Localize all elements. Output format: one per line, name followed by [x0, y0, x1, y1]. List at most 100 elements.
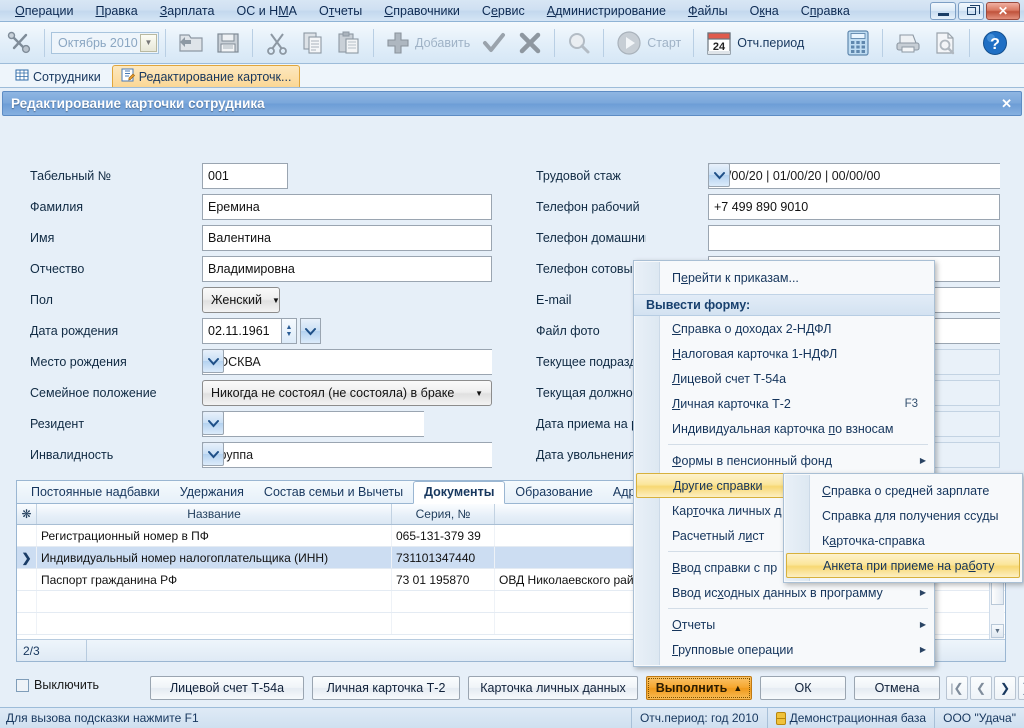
- combo-dropdown-icon[interactable]: [202, 349, 224, 373]
- settings-tool-button[interactable]: [0, 26, 38, 60]
- menu-9[interactable]: Окна: [739, 2, 790, 21]
- text-input[interactable]: 001: [202, 163, 288, 189]
- chevron-down-icon[interactable]: ▼: [140, 34, 157, 52]
- previous-record-button[interactable]: ❮: [970, 676, 992, 700]
- menu-1[interactable]: Правка: [84, 2, 148, 21]
- combo-value[interactable]: I группа: [202, 442, 492, 468]
- confirm-button[interactable]: [476, 26, 512, 60]
- text-input[interactable]: Валентина: [202, 225, 492, 251]
- combo-dropdown-icon[interactable]: [202, 442, 224, 466]
- combo-box[interactable]: 01/00/20 | 01/00/20 | 00/00/00: [708, 163, 1000, 189]
- menu-item-2[interactable]: Лицевой счет Т-54а: [634, 366, 934, 391]
- menu-2[interactable]: Зарплата: [149, 2, 226, 21]
- execute-button[interactable]: Выполнить ▲: [646, 676, 752, 700]
- combo-box[interactable]: МОСКВА: [202, 349, 492, 375]
- menu-item-1[interactable]: Налоговая карточка 1-НДФЛ: [634, 341, 934, 366]
- menu-item-goto-orders[interactable]: Перейти к приказам...: [634, 265, 934, 290]
- dropdown-button[interactable]: Никогда не состоял (не состояла) в браке…: [202, 380, 492, 406]
- paste-button[interactable]: [331, 26, 367, 60]
- grid-column-header-2[interactable]: Серия, №: [392, 504, 495, 524]
- field-control: Женский▼: [202, 287, 280, 313]
- cancel-button[interactable]: Отмена: [854, 676, 940, 700]
- submenu-item-2[interactable]: Карточка-справка: [784, 528, 1022, 553]
- combo-value[interactable]: 01/00/20 | 01/00/20 | 00/00/00: [708, 163, 1000, 189]
- details-tab-1[interactable]: Удержания: [170, 482, 254, 503]
- details-tab-3[interactable]: Документы: [413, 481, 505, 504]
- calendar-dropdown-button[interactable]: [300, 318, 321, 344]
- submenu-item-1[interactable]: Справка для получения ссуды: [784, 503, 1022, 528]
- print-button[interactable]: [889, 26, 927, 60]
- submenu-item-3[interactable]: Анкета при приеме на работу: [786, 553, 1020, 578]
- text-input[interactable]: Владимировна: [202, 256, 492, 282]
- mdi-tab-0[interactable]: Сотрудники: [6, 65, 110, 87]
- payroll-account-t54a-button[interactable]: Лицевой счет Т-54а: [150, 676, 304, 700]
- save-button[interactable]: [210, 26, 246, 60]
- combo-box[interactable]: I группа: [202, 442, 492, 468]
- dropdown-button[interactable]: Женский▼: [202, 287, 280, 313]
- period-selector[interactable]: Октябрь 2010 ▼: [51, 32, 159, 54]
- text-input[interactable]: Еремина: [202, 194, 492, 220]
- copy-button[interactable]: [295, 26, 331, 60]
- play-icon: [616, 30, 642, 56]
- menu-0[interactable]: Операции: [4, 2, 84, 21]
- menu-item-14[interactable]: Отчеты▶: [634, 612, 934, 637]
- text-input[interactable]: +7 499 890 9010: [708, 194, 1000, 220]
- menu-item-3[interactable]: Личная карточка Т-2F3: [634, 391, 934, 416]
- print-preview-button[interactable]: [927, 26, 963, 60]
- search-button[interactable]: [561, 26, 597, 60]
- next-record-button[interactable]: ❯: [994, 676, 1016, 700]
- menu-6[interactable]: Сервис: [471, 2, 536, 21]
- mdi-tab-1[interactable]: Редактирование карточк...: [112, 65, 301, 87]
- spin-up-icon[interactable]: ▲: [286, 324, 293, 331]
- title-bar: ОперацииПравкаЗарплатаОС и НМАОтчетыСпра…: [0, 0, 1024, 22]
- menu-10[interactable]: Справка: [790, 2, 861, 21]
- spin-down-icon[interactable]: ▼: [286, 331, 293, 338]
- last-record-button[interactable]: ❯|: [1018, 676, 1024, 700]
- menu-5[interactable]: Справочники: [373, 2, 471, 21]
- restore-button[interactable]: [958, 2, 984, 20]
- calculator-button[interactable]: [840, 26, 876, 60]
- combo-dropdown-icon[interactable]: [202, 411, 224, 435]
- disable-checkbox[interactable]: [16, 679, 29, 692]
- date-input[interactable]: 02.11.1961: [202, 318, 282, 344]
- combo-box[interactable]: Да: [202, 411, 424, 437]
- grid-column-header-1[interactable]: Название: [37, 504, 392, 524]
- details-tab-2[interactable]: Состав семьи и Вычеты: [254, 482, 413, 503]
- menu-3[interactable]: ОС и НМА: [225, 2, 307, 21]
- menu-item-12[interactable]: Ввод исходных данных в программу▶: [634, 580, 934, 605]
- details-tab-0[interactable]: Постоянные надбавки: [21, 482, 170, 503]
- first-record-button[interactable]: |❮: [946, 676, 968, 700]
- open-button[interactable]: [172, 26, 210, 60]
- add-button[interactable]: Добавить: [380, 26, 476, 60]
- menu-4[interactable]: Отчеты: [308, 2, 373, 21]
- close-button[interactable]: ✕: [986, 2, 1020, 20]
- personal-data-card-button[interactable]: Карточка личных данных: [468, 676, 638, 700]
- submenu-item-0[interactable]: Справка о средней зарплате: [784, 478, 1022, 503]
- combo-value[interactable]: МОСКВА: [202, 349, 492, 375]
- delete-button[interactable]: [512, 26, 548, 60]
- details-tab-4[interactable]: Образование: [505, 482, 602, 503]
- disable-checkbox-group[interactable]: Выключить: [16, 678, 99, 692]
- menu-8[interactable]: Файлы: [677, 2, 739, 21]
- menu-7[interactable]: Администрирование: [536, 2, 677, 21]
- scroll-down-icon[interactable]: ▼: [991, 624, 1004, 638]
- grid-column-header-0[interactable]: ❋: [17, 504, 37, 524]
- menu-item-4[interactable]: Индивидуальная карточка по взносам: [634, 416, 934, 441]
- menu-item-6[interactable]: Формы в пенсионный фонд▶: [634, 448, 934, 473]
- text-input[interactable]: [708, 225, 1000, 251]
- combo-dropdown-icon[interactable]: [708, 163, 730, 187]
- minimize-button[interactable]: [930, 2, 956, 20]
- personal-card-t2-button[interactable]: Личная карточка Т-2: [312, 676, 460, 700]
- combo-value[interactable]: Да: [202, 411, 424, 437]
- menu-item-15[interactable]: Групповые операции▶: [634, 637, 934, 662]
- cut-button[interactable]: [259, 26, 295, 60]
- employee-card-title-bar: Редактирование карточки сотрудника ✕: [2, 91, 1022, 116]
- card-close-icon[interactable]: ✕: [1001, 96, 1012, 112]
- field-label: Телефон сотовый: [536, 262, 640, 276]
- help-button[interactable]: ?: [976, 26, 1014, 60]
- menu-item-0[interactable]: Справка о доходах 2-НДФЛ: [634, 316, 934, 341]
- spinner-buttons[interactable]: ▲▼: [282, 318, 297, 344]
- start-button[interactable]: Старт: [610, 26, 687, 60]
- ok-button[interactable]: ОК: [760, 676, 846, 700]
- report-period-button[interactable]: 24 Отч.период: [700, 26, 810, 60]
